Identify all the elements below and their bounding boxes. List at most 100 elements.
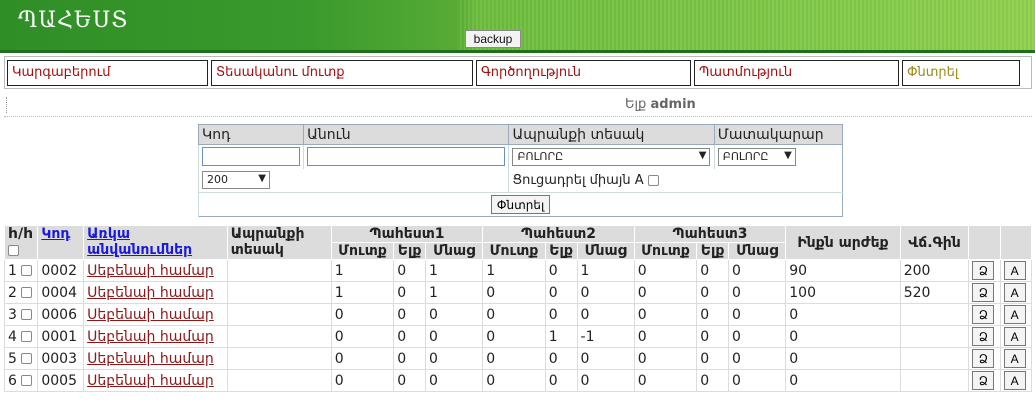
row-checkbox[interactable] — [21, 353, 33, 364]
app-logo: ՊԱՀԵՍՏ — [18, 8, 129, 33]
nav-item-settings[interactable]: Կարգաբերում — [7, 60, 208, 86]
row-edit-button[interactable]: Ձ — [972, 283, 995, 302]
logout-link[interactable]: Ելք admin — [625, 97, 696, 112]
row-w2-value: 0 — [482, 325, 546, 348]
search-button[interactable]: Փնտրել — [490, 195, 551, 214]
limit-select[interactable]: 200 ▼ — [202, 171, 270, 190]
row-a-button[interactable]: A — [1003, 327, 1026, 346]
supplier-select[interactable]: ԲՈԼՈՐԸ ▼ — [717, 147, 796, 166]
only-a-checkbox[interactable] — [647, 174, 659, 186]
row-name-link[interactable]: Սեբենաի համար — [87, 307, 214, 323]
row-w1-value: 0 — [425, 325, 484, 348]
row-w1-value: 0 — [425, 303, 484, 326]
nav-item-search[interactable]: Փնտրել — [902, 60, 1020, 86]
row-code: 0006 — [37, 303, 85, 326]
filter-code-cell — [197, 144, 304, 169]
name-input[interactable] — [307, 147, 506, 167]
backup-button[interactable]: backup — [465, 30, 521, 48]
wh2-in-header: Մուտք — [482, 242, 546, 260]
row-a-button[interactable]: A — [1003, 283, 1026, 302]
price-header: Վճ.Գին — [899, 225, 970, 260]
table-row: 5 0003 Սեբենաի համար 0 0 0 0 0 0 0 0 0 0 Ձ A — [3, 347, 1033, 370]
row-cost: 0 — [785, 347, 901, 370]
row-checkbox[interactable] — [21, 375, 33, 386]
row-a-cell: A — [999, 347, 1033, 370]
row-edit-button[interactable]: Ձ — [972, 305, 995, 324]
row-edit-button[interactable]: Ձ — [972, 261, 995, 280]
header-stripes — [460, 0, 1035, 50]
row-w3-value: 0 — [728, 281, 787, 304]
cost-header: Ինքն արժեք — [785, 225, 901, 260]
main-nav: Կարգաբերում Տեսականու մուտք Գործողությու… — [4, 56, 1032, 89]
row-w1-value: 0 — [393, 303, 427, 326]
row-a-button[interactable]: A — [1003, 261, 1026, 280]
row-w1-value: 0 — [330, 325, 395, 348]
row-name-link[interactable]: Սեբենաի համար — [87, 329, 214, 345]
nav-item-operation[interactable]: Գործողություն — [476, 60, 691, 86]
row-checkbox[interactable] — [21, 309, 33, 320]
app-header: ՊԱՀԵՍՏ backup — [0, 0, 1035, 50]
row-a-cell: A — [999, 281, 1033, 304]
row-w2-value: 0 — [482, 369, 546, 392]
row-w3-value: 0 — [728, 325, 787, 348]
row-type — [226, 347, 332, 370]
type-select[interactable]: ԲՈԼՈՐԸ ▼ — [512, 147, 711, 166]
row-w2-value: 0 — [544, 259, 578, 282]
row-checkbox[interactable] — [21, 265, 33, 276]
row-price — [899, 347, 970, 370]
code-input[interactable] — [202, 147, 300, 167]
row-name-link[interactable]: Սեբենաի համար — [87, 351, 214, 367]
nav-item-history[interactable]: Պատմություն — [694, 60, 899, 86]
row-a-button[interactable]: A — [1003, 371, 1026, 390]
row-edit-button[interactable]: Ձ — [972, 327, 995, 346]
names-sort-link[interactable]: Առկա անվանումներ — [87, 226, 192, 258]
row-a-cell: A — [999, 369, 1033, 392]
row-w1-value: 1 — [425, 281, 484, 304]
row-w3-value: 0 — [696, 281, 730, 304]
row-w1-value: 0 — [330, 369, 395, 392]
row-w1-value: 0 — [425, 347, 484, 370]
filter-button-cell: Փնտրել — [198, 192, 843, 217]
row-cost: 0 — [785, 303, 901, 326]
row-a-button[interactable]: A — [1003, 305, 1026, 324]
row-checkbox[interactable] — [21, 331, 33, 342]
nav-item-stock-entry[interactable]: Տեսականու մուտք — [211, 60, 473, 86]
row-edit-button[interactable]: Ձ — [972, 349, 995, 368]
a-col-header — [999, 225, 1033, 260]
row-name-cell: Սեբենաի համար — [83, 325, 228, 348]
edit-col-header — [968, 225, 1001, 260]
row-checkbox[interactable] — [21, 287, 33, 298]
select-all-checkbox[interactable] — [8, 244, 19, 256]
row-index-cell: 3 — [3, 303, 39, 326]
row-w3-value: 0 — [696, 259, 730, 282]
row-edit-button[interactable]: Ձ — [972, 371, 995, 390]
row-price — [899, 303, 970, 326]
row-w2-value: 0 — [482, 347, 546, 370]
row-w1-value: 1 — [330, 281, 395, 304]
row-w3-value: 0 — [633, 325, 698, 348]
row-name-link[interactable]: Սեբենաի համար — [87, 285, 214, 301]
warehouse3-header: Պահեստ3 — [633, 225, 787, 243]
row-w3-value: 0 — [728, 369, 787, 392]
row-cost: 90 — [785, 259, 901, 282]
row-name-link[interactable]: Սեբենաի համար — [87, 373, 214, 389]
row-edit-cell: Ձ — [968, 347, 1001, 370]
row-price — [899, 369, 970, 392]
code-sort-link[interactable]: Կոդ — [41, 226, 70, 242]
row-type — [226, 259, 332, 282]
search-filter-table: Կոդ Անուն Ապրանքի տեսակ Մատակարար ԲՈԼՈՐԸ… — [197, 124, 844, 217]
filter-limit-cell: 200 ▼ — [197, 168, 509, 193]
row-w3-value: 0 — [696, 303, 730, 326]
index-header: h/h — [3, 225, 39, 260]
row-w3-value: 0 — [728, 259, 787, 282]
row-w2-value: 0 — [544, 303, 578, 326]
row-index: 3 — [8, 306, 17, 323]
row-cost: 100 — [785, 281, 901, 304]
row-w2-value: 0 — [482, 281, 546, 304]
row-name-link[interactable]: Սեբենաի համար — [87, 263, 214, 279]
row-a-button[interactable]: A — [1003, 349, 1026, 368]
row-cost: 0 — [785, 325, 901, 348]
row-w3-value: 0 — [696, 347, 730, 370]
supplier-select-value: ԲՈԼՈՐԸ — [722, 149, 769, 163]
row-index: 6 — [8, 372, 17, 389]
